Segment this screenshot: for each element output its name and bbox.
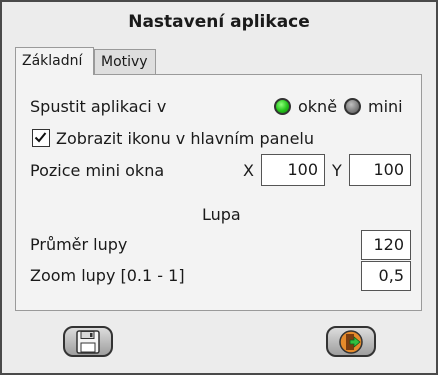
- y-label: Y: [332, 161, 342, 180]
- show-icon-label: Zobrazit ikonu v hlavním panelu: [56, 129, 314, 148]
- x-label: X: [243, 161, 254, 180]
- start-mode-label: Spustit aplikaci v: [30, 97, 167, 116]
- radio-window-mode[interactable]: [274, 98, 291, 115]
- save-button[interactable]: [63, 326, 113, 357]
- settings-panel: Spustit aplikaci v okně mini Zobrazit ik…: [15, 74, 422, 311]
- magnifier-zoom-label: Zoom lupy [0.1 - 1]: [30, 266, 185, 285]
- section-lupa-heading: Lupa: [202, 205, 241, 224]
- settings-window: Nastavení aplikace Základní Motivy Spust…: [0, 0, 438, 375]
- y-position-input[interactable]: 100: [349, 154, 411, 186]
- radio-mini-label: mini: [368, 97, 403, 116]
- exit-button[interactable]: [326, 326, 376, 357]
- checkmark-icon: [34, 132, 47, 143]
- radio-mini-mode[interactable]: [344, 98, 361, 115]
- exit-door-icon: [339, 329, 363, 354]
- show-icon-checkbox[interactable]: [32, 129, 50, 147]
- magnifier-diameter-input[interactable]: 120: [361, 230, 411, 260]
- magnifier-zoom-input[interactable]: 0,5: [361, 261, 411, 291]
- radio-window-label: okně: [298, 97, 338, 116]
- magnifier-diameter-label: Průměr lupy: [30, 235, 128, 254]
- floppy-disk-icon: [76, 329, 100, 354]
- tab-zakladni[interactable]: Základní: [15, 47, 94, 75]
- tab-motivy[interactable]: Motivy: [94, 49, 156, 74]
- mini-position-label: Pozice mini okna: [30, 161, 165, 180]
- x-position-input[interactable]: 100: [261, 154, 325, 186]
- window-title: Nastavení aplikace: [128, 12, 310, 32]
